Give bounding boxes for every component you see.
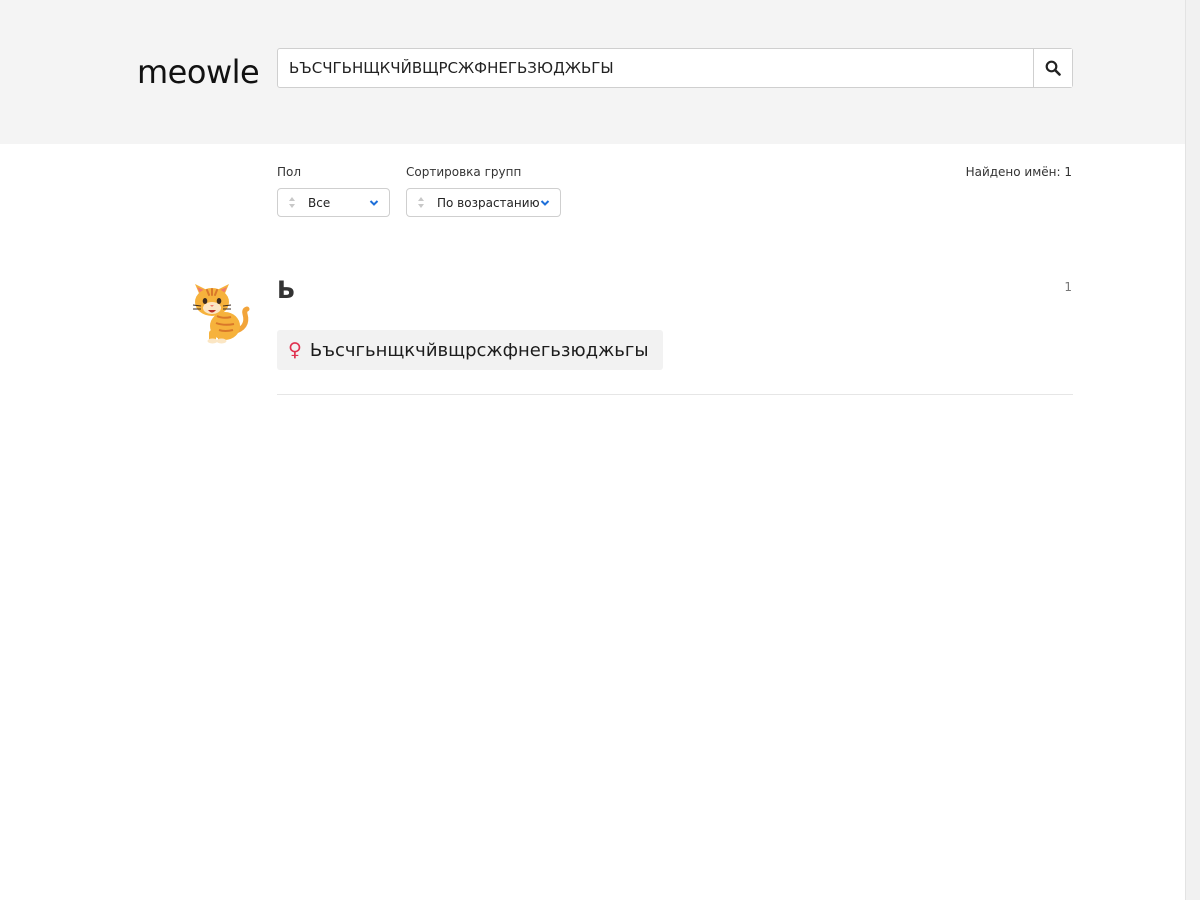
chevron-down-icon [540, 200, 550, 206]
sort-select-value: По возрастанию [437, 196, 540, 210]
search-button[interactable] [1033, 49, 1072, 87]
group-letter: Ь [277, 276, 296, 304]
sort-filter-label: Сортировка групп [406, 165, 522, 179]
gender-filter-label: Пол [277, 165, 302, 179]
cat-name: Ьъсчгьнщкчйвщрсжфнегьзюджьгы [309, 339, 649, 361]
chevron-down-icon [369, 200, 379, 206]
search-icon [1045, 60, 1061, 76]
found-count: Найдено имён: 1 [965, 165, 1072, 179]
header: meowle [0, 0, 1185, 144]
name-item[interactable]: ♀ Ьъсчгьнщкчйвщрсжфнегьзюджьгы [277, 330, 663, 370]
cat-icon [192, 284, 250, 344]
divider [277, 394, 1073, 395]
logo[interactable]: meowle [137, 52, 260, 92]
group-count: 1 [1064, 280, 1072, 294]
female-icon: ♀ [288, 338, 302, 361]
search-input[interactable] [278, 49, 1034, 87]
sort-select[interactable]: По возрастанию [406, 188, 561, 217]
sort-arrows-icon [289, 197, 295, 209]
gender-select-value: Все [308, 196, 331, 210]
gender-select[interactable]: Все [277, 188, 390, 217]
scrollbar[interactable] [1185, 0, 1200, 900]
sort-arrows-icon [418, 197, 424, 209]
search-bar [277, 48, 1073, 88]
